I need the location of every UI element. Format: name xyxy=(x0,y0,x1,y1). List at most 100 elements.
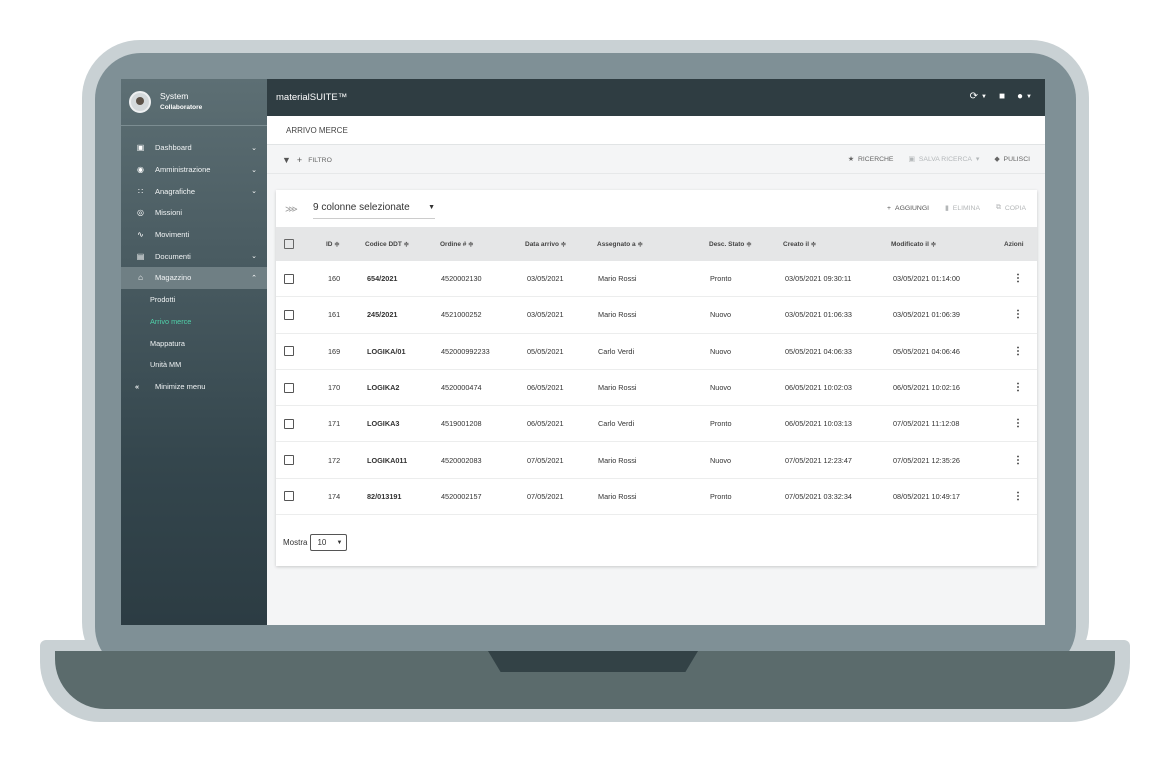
sidebar-item-dashboard[interactable]: ▣ Dashboard ⌄ xyxy=(121,137,267,159)
add-label: AGGIUNGI xyxy=(895,204,930,212)
table-row[interactable]: 160 654/2021 4520002130 03/05/2021 Mario Ros… xyxy=(276,261,1037,298)
column-selector-value: 9 colonne selezionate xyxy=(313,202,410,213)
cell-data-arrivo: 03/05/2021 xyxy=(527,310,564,320)
header-desc-stato[interactable]: Desc. Stato ≑ xyxy=(709,240,752,248)
chevron-down-icon: ▼ xyxy=(336,539,343,546)
cell-ordine: 4520000474 xyxy=(441,383,482,393)
chat-icon[interactable]: ■ xyxy=(999,91,1005,102)
user-icon[interactable]: ● ▼ xyxy=(1017,91,1032,102)
sidebar-subitem-mappatura[interactable]: Mappatura xyxy=(121,332,267,354)
copy-label: COPIA xyxy=(1004,204,1026,212)
cell-ordine: 4520002083 xyxy=(441,455,482,465)
cell-id: 160 xyxy=(328,274,341,284)
minimize-menu-button[interactable]: « Minimize menu xyxy=(121,376,267,398)
app-title: materialSUITE™ xyxy=(276,92,348,103)
sidebar-item-label: Movimenti xyxy=(155,230,190,240)
row-checkbox[interactable] xyxy=(284,382,294,393)
user-profile[interactable]: System Collaboratore xyxy=(121,79,267,126)
table-row[interactable]: 169 LOGIKA/01 452000992233 05/05/2021 Carlo … xyxy=(276,334,1037,370)
more-actions-icon[interactable]: ⋮ xyxy=(1013,418,1023,429)
header-modificato[interactable]: Modificato il ≑ xyxy=(891,240,936,248)
header-assegnato[interactable]: Assegnato a ≑ xyxy=(597,240,643,248)
cell-data-arrivo: 06/05/2021 xyxy=(527,383,564,393)
table-row[interactable]: 172 LOGIKA011 4520002083 07/05/2021 Mario Ro… xyxy=(276,442,1037,479)
sidebar-subitem-unita-mm[interactable]: Unità MM xyxy=(121,354,267,376)
more-actions-icon[interactable]: ⋮ xyxy=(1013,273,1023,284)
chevron-down-icon: ⌄ xyxy=(251,253,257,261)
ricerche-button[interactable]: ★ RICERCHE xyxy=(847,155,894,164)
more-actions-icon[interactable]: ⋮ xyxy=(1013,491,1023,502)
cell-codice-ddt: LOGIKA3 xyxy=(367,419,400,429)
user-role: Collaboratore xyxy=(160,104,203,111)
sidebar-item-documenti[interactable]: ▤ Documenti ⌄ xyxy=(121,245,267,267)
laptop-notch xyxy=(488,651,698,672)
delete-label: ELIMINA xyxy=(952,204,980,212)
eraser-icon: ◆ xyxy=(994,156,1000,163)
dropdown-arrow-icon: ▼ xyxy=(428,204,435,211)
column-selector[interactable]: 9 colonne selezionate ▼ xyxy=(313,202,435,219)
avatar xyxy=(129,91,151,113)
sidebar-item-anagrafiche[interactable]: ∷ Anagrafiche ⌄ xyxy=(121,180,267,202)
add-button[interactable]: + AGGIUNGI xyxy=(887,204,929,212)
header-ordine[interactable]: Ordine # ≑ xyxy=(440,240,474,248)
cell-desc-stato: Nuovo xyxy=(710,455,732,465)
row-checkbox[interactable] xyxy=(284,273,294,284)
table-row[interactable]: 174 82/013191 4520002157 07/05/2021 Mario Ro… xyxy=(276,479,1037,516)
cell-desc-stato: Nuovo xyxy=(710,346,732,356)
cell-modificato: 05/05/2021 04:06:46 xyxy=(893,346,960,356)
pulisci-button[interactable]: ◆ PULISCI xyxy=(994,155,1030,164)
sidebar-item-amministrazione[interactable]: ◉ Amministrazione ⌄ xyxy=(121,159,267,181)
plus-icon: + xyxy=(887,204,892,212)
row-checkbox[interactable] xyxy=(284,346,294,357)
header-creato[interactable]: Creato il ≑ xyxy=(783,240,816,248)
cell-assegnato: Mario Rossi xyxy=(598,274,637,284)
cell-creato: 03/05/2021 01:06:33 xyxy=(785,310,852,320)
compress-icon[interactable]: ⋙ xyxy=(285,204,298,215)
cell-codice-ddt: 654/2021 xyxy=(367,274,398,284)
more-actions-icon[interactable]: ⋮ xyxy=(1013,382,1023,393)
select-all-checkbox[interactable] xyxy=(284,239,294,249)
cell-creato: 07/05/2021 03:32:34 xyxy=(785,491,852,501)
filter-button[interactable]: ▼ + FILTRO xyxy=(282,155,332,165)
row-checkbox[interactable] xyxy=(284,418,294,429)
cell-creato: 05/05/2021 04:06:33 xyxy=(785,346,852,356)
dashboard-icon: ▣ xyxy=(136,143,145,153)
salva-ricerca-label: SALVA RICERCA xyxy=(918,155,972,163)
cell-codice-ddt: LOGIKA/01 xyxy=(367,346,406,356)
sidebar-item-movimenti[interactable]: ∿ Movimenti xyxy=(121,224,267,246)
cell-assegnato: Mario Rossi xyxy=(598,310,637,320)
more-actions-icon[interactable]: ⋮ xyxy=(1013,346,1023,357)
more-actions-icon[interactable]: ⋮ xyxy=(1013,309,1023,320)
sidebar-item-label: Missioni xyxy=(155,208,183,218)
delete-button[interactable]: ▮ ELIMINA xyxy=(945,204,980,213)
salva-ricerca-button[interactable]: ▣ SALVA RICERCA ▾ xyxy=(908,155,979,164)
sidebar-item-magazzino[interactable]: ⌂ Magazzino ⌃ xyxy=(121,267,267,289)
header-codice-ddt[interactable]: Codice DDT ≑ xyxy=(365,240,409,248)
chevron-down-icon: ⌄ xyxy=(251,166,257,174)
table-row[interactable]: 170 LOGIKA2 4520000474 06/05/2021 Mario Ross… xyxy=(276,370,1037,407)
row-checkbox[interactable] xyxy=(284,455,294,466)
row-checkbox[interactable] xyxy=(284,309,294,320)
chevron-down-icon: ⌄ xyxy=(251,144,257,152)
cell-id: 169 xyxy=(328,346,341,356)
row-checkbox[interactable] xyxy=(284,491,294,502)
cell-assegnato: Mario Rossi xyxy=(598,455,637,465)
star-icon: ★ xyxy=(847,156,854,163)
header-data-arrivo[interactable]: Data arrivo ≑ xyxy=(525,240,566,248)
table-row[interactable]: 161 245/2021 4521000252 03/05/2021 Mario Ros… xyxy=(276,297,1037,334)
data-card: ⋙ 9 colonne selezionate ▼ + AGGIUNGI ▮ ELI… xyxy=(276,190,1037,566)
header-id[interactable]: ID ≑ xyxy=(326,240,340,248)
cell-id: 170 xyxy=(328,383,341,393)
cell-data-arrivo: 07/05/2021 xyxy=(527,455,564,465)
chevron-down-icon: ⌄ xyxy=(251,188,257,196)
sidebar-subitem-arrivo-merce[interactable]: Arrivo merce xyxy=(121,311,267,333)
sidebar: System Collaboratore ▣ Dashboard ⌄ ◉ Amm… xyxy=(121,79,267,625)
more-actions-icon[interactable]: ⋮ xyxy=(1013,455,1023,466)
table-row[interactable]: 171 LOGIKA3 4519001208 06/05/2021 Carlo Verd… xyxy=(276,406,1037,443)
copy-button[interactable]: ⧉ COPIA xyxy=(996,204,1026,212)
sidebar-menu: ▣ Dashboard ⌄ ◉ Amministrazione ⌄ ∷ Anag… xyxy=(121,137,267,397)
refresh-icon[interactable]: ⟳ ▼ xyxy=(970,91,987,102)
sidebar-item-missioni[interactable]: ◎ Missioni xyxy=(121,202,267,224)
page-size-select[interactable]: 10 ▼ xyxy=(310,534,348,551)
sidebar-subitem-prodotti[interactable]: Prodotti xyxy=(121,289,267,311)
